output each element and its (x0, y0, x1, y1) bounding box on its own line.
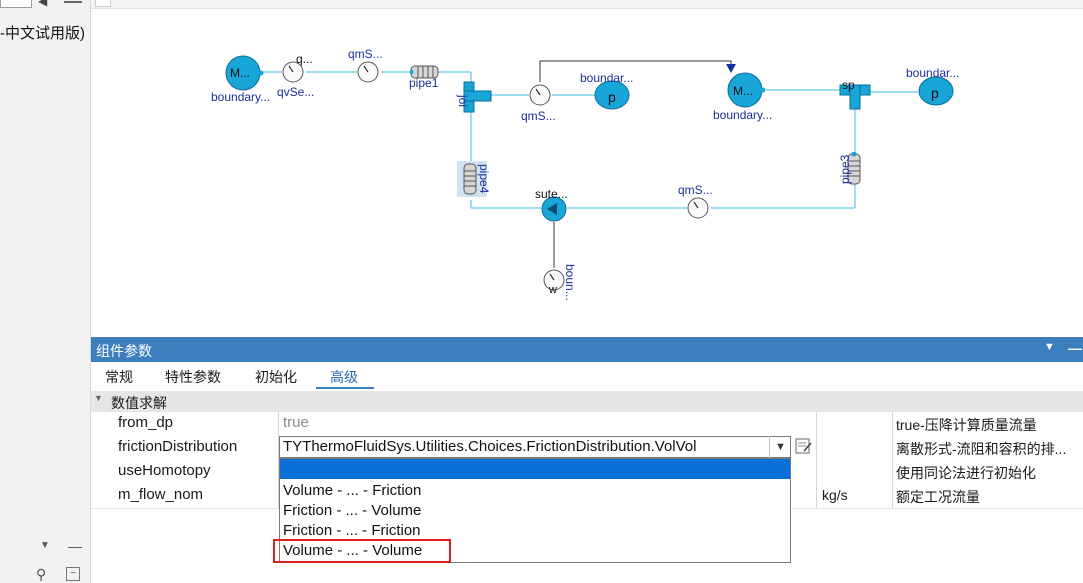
qms3-label: qmS... (678, 183, 713, 197)
qvse-label: qvSe... (277, 85, 315, 99)
w-label: w (549, 284, 557, 296)
param-unit: kg/s (822, 487, 848, 503)
param-description: 离散形式-流阻和容积的排... (896, 441, 1067, 457)
param-description: 使用同论法进行初始化 (896, 465, 1036, 481)
tab-advanced[interactable]: 高级 (330, 367, 358, 387)
panel-menu-icon[interactable]: ▼ (1044, 341, 1055, 353)
section-label: 数值求解 (111, 395, 167, 411)
qms2-label: qmS... (521, 109, 556, 123)
highlight-box (273, 539, 451, 563)
pipe3-label: pipe3 (838, 154, 852, 184)
filter-icon[interactable]: ⚲ (36, 566, 46, 583)
section-collapse-icon[interactable]: ▼ (94, 393, 103, 403)
p2-label: p (931, 85, 939, 101)
panel-header (91, 337, 1083, 362)
qms1-label: qmS... (348, 47, 383, 61)
chevron-down-icon[interactable]: ▼ (769, 436, 791, 458)
param-name: frictionDistribution (118, 438, 238, 455)
panel-title: 组件参数 (96, 343, 152, 359)
param-description: true-压降计算质量流量 (896, 417, 1037, 433)
pipe1-label: pipe1 (409, 76, 439, 90)
section-header[interactable] (91, 391, 1083, 412)
param-name: useHomotopy (118, 462, 211, 479)
chevron-down-icon[interactable]: ▼ (40, 540, 50, 551)
dropdown-option[interactable]: Volume - ... - Friction (283, 482, 421, 499)
m1-label: M... (230, 66, 250, 80)
mass-flow-sensor-1[interactable] (356, 60, 382, 86)
param-name: from_dp (118, 414, 174, 431)
boun-label: boun... (563, 264, 577, 301)
param-name: m_flow_nom (118, 486, 204, 503)
column-divider (816, 412, 817, 508)
friction-distribution-value: TYThermoFluidSys.Utilities.Choices.Frict… (283, 438, 697, 455)
m2-label: M... (733, 84, 753, 98)
sute-label: sute... (535, 187, 568, 201)
tab-general[interactable]: 常规 (105, 367, 133, 387)
qvse-top-label: q... (296, 52, 313, 66)
p1-label: p (608, 89, 616, 105)
panel-minimize-icon[interactable]: — (1068, 340, 1082, 356)
dropdown-option-empty-selected[interactable] (280, 459, 790, 479)
param-value[interactable]: true (283, 414, 309, 431)
tabs-bar (91, 362, 1083, 390)
param-description: 额定工况流量 (896, 489, 980, 505)
tab-properties[interactable]: 特性参数 (165, 367, 221, 387)
joi-label: joi (456, 95, 470, 108)
boundary1-label: boundary... (211, 90, 271, 104)
pipe4-label: pipe4 (477, 164, 491, 194)
edit-icon[interactable] (795, 437, 813, 455)
minimize-icon[interactable]: — (68, 538, 82, 554)
boundar-p1-label: boundar... (580, 71, 634, 85)
mass-flow-sensor-2[interactable] (528, 83, 554, 109)
active-tab-indicator (316, 387, 374, 389)
tab-initialization[interactable]: 初始化 (255, 367, 297, 387)
column-divider (892, 412, 893, 508)
sp-label: sp (842, 78, 855, 92)
dropdown-option[interactable]: Friction - ... - Friction (283, 522, 421, 539)
dropdown-option[interactable]: Friction - ... - Volume (283, 502, 421, 519)
mass-flow-sensor-3[interactable] (686, 196, 712, 222)
boundary2-label: boundary... (713, 108, 773, 122)
boundar-p2-label: boundar... (906, 66, 960, 80)
collapse-icon[interactable]: − (66, 567, 80, 581)
